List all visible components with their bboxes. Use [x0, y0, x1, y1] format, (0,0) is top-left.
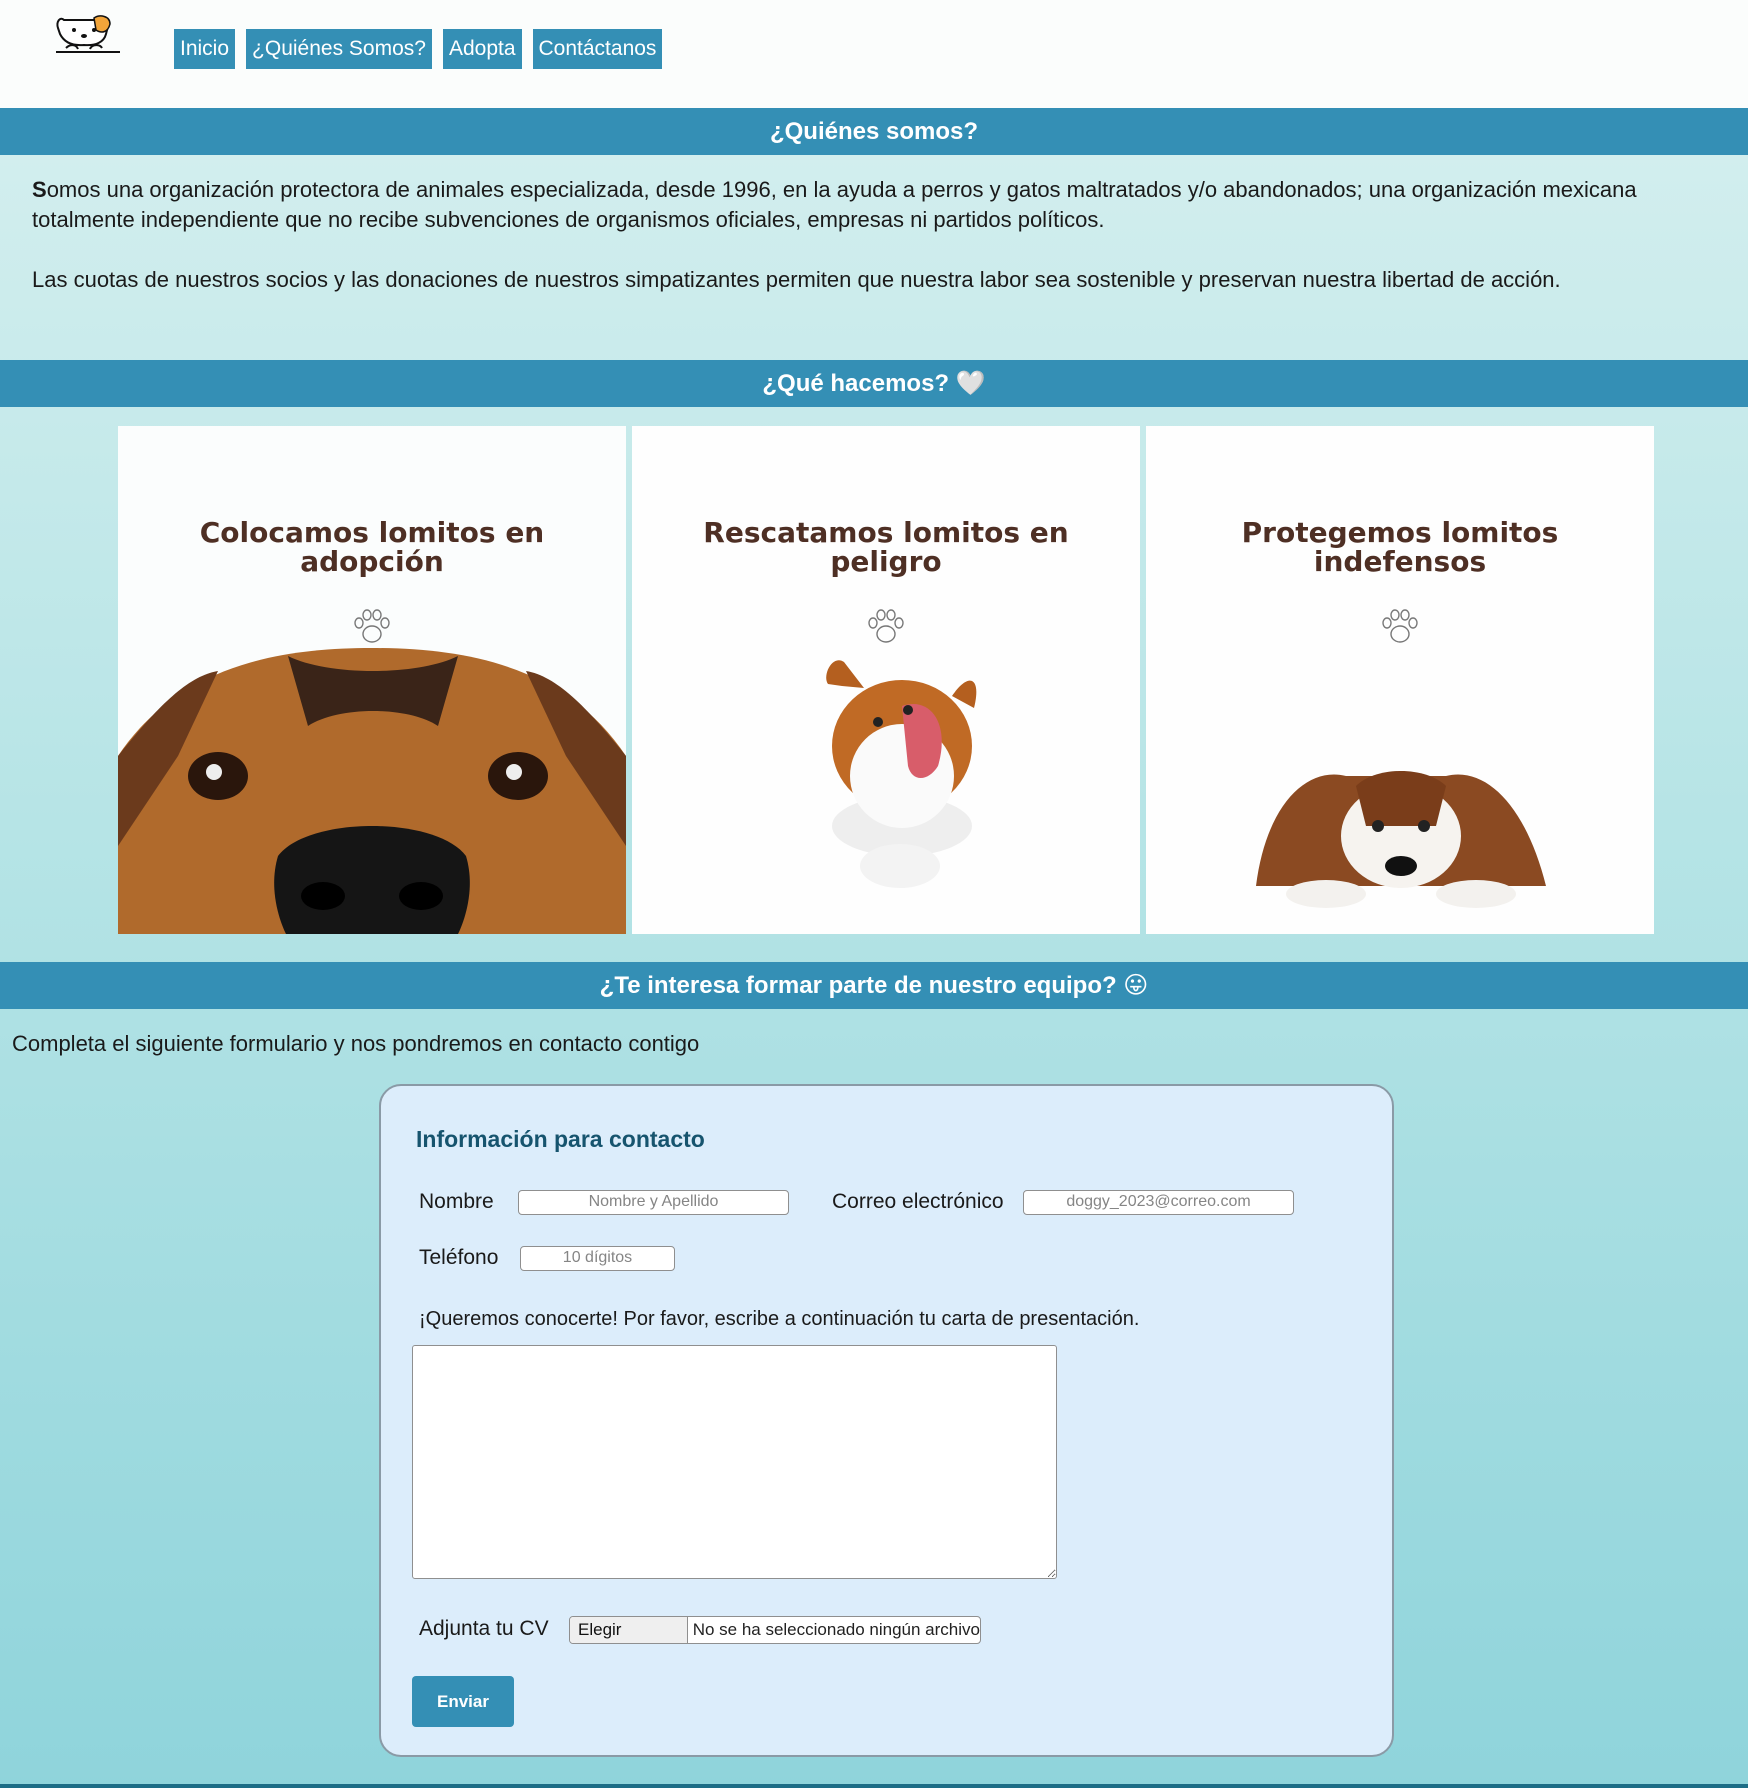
- phone-input[interactable]: 10 dígitos: [520, 1246, 675, 1271]
- paw-icon: [354, 609, 390, 643]
- about-section: Somos una organización protectora de ani…: [0, 155, 1748, 360]
- submit-button[interactable]: Enviar: [412, 1676, 514, 1727]
- site-header: Inicio ¿Quiénes Somos? Adopta Contáctano…: [0, 0, 1748, 108]
- nav-quienes-somos[interactable]: ¿Quiénes Somos?: [246, 29, 432, 69]
- nav-adopta[interactable]: Adopta: [442, 29, 522, 69]
- card-title: Colocamos lomitos en adopción: [199, 516, 545, 578]
- phone-label: Teléfono: [419, 1246, 499, 1269]
- card-adopcion: Colocamos lomitos en adopción: [118, 426, 626, 934]
- about-first-letter: S: [32, 177, 47, 202]
- nav-inicio[interactable]: Inicio: [174, 29, 236, 69]
- card-title: Rescatamos lomitos en peligro: [703, 516, 1069, 578]
- form-heading: Información para contacto: [416, 1126, 705, 1152]
- cv-file-input[interactable]: Elegir archivo No se ha seleccionado nin…: [569, 1616, 981, 1644]
- corgi-image: [632, 426, 1140, 934]
- what-cards: Colocamos lomitos en adopción Rescatamos…: [0, 407, 1748, 962]
- team-title: ¿Te interesa formar parte de nuestro equ…: [0, 962, 1748, 1009]
- name-label: Nombre: [419, 1190, 494, 1213]
- letter-label: ¡Queremos conocerte! Por favor, escribe …: [419, 1308, 1140, 1330]
- letter-textarea[interactable]: [412, 1345, 1057, 1579]
- what-title: ¿Qué hacemos? 🤍: [0, 360, 1748, 407]
- main-nav: Inicio ¿Quiénes Somos? Adopta Contáctano…: [174, 29, 663, 69]
- about-paragraph-1: Somos una organización protectora de ani…: [32, 175, 1716, 235]
- contact-form: Información para contacto Nombre Nombre …: [379, 1084, 1394, 1757]
- nav-contactanos[interactable]: Contáctanos: [532, 29, 663, 69]
- name-input[interactable]: Nombre y Apellido: [518, 1190, 789, 1215]
- file-status: No se ha seleccionado ningún archivo: [692, 1620, 980, 1639]
- card-proteccion: Protegemos lomitos indefensos: [1146, 426, 1654, 934]
- cv-label: Adjunta tu CV: [419, 1617, 549, 1640]
- dog-logo-icon[interactable]: [54, 12, 124, 58]
- about-paragraph-1-text: omos una organización protectora de anim…: [32, 177, 1637, 232]
- paw-icon: [868, 609, 904, 643]
- choose-file-button[interactable]: Elegir archivo: [570, 1617, 688, 1643]
- email-input[interactable]: doggy_2023@correo.com: [1023, 1190, 1294, 1215]
- email-label: Correo electrónico: [832, 1190, 1004, 1213]
- team-intro: Completa el siguiente formulario y nos p…: [12, 1031, 700, 1056]
- about-title: ¿Quiénes somos?: [0, 108, 1748, 155]
- card-rescate: Rescatamos lomitos en peligro: [632, 426, 1140, 934]
- dog-face-image: [118, 426, 626, 934]
- spaniel-image: [1146, 426, 1654, 934]
- about-paragraph-2: Las cuotas de nuestros socios y las dona…: [32, 267, 1561, 292]
- card-title: Protegemos lomitos indefensos: [1241, 516, 1559, 578]
- paw-icon: [1382, 609, 1418, 643]
- footer-divider: [0, 1784, 1748, 1788]
